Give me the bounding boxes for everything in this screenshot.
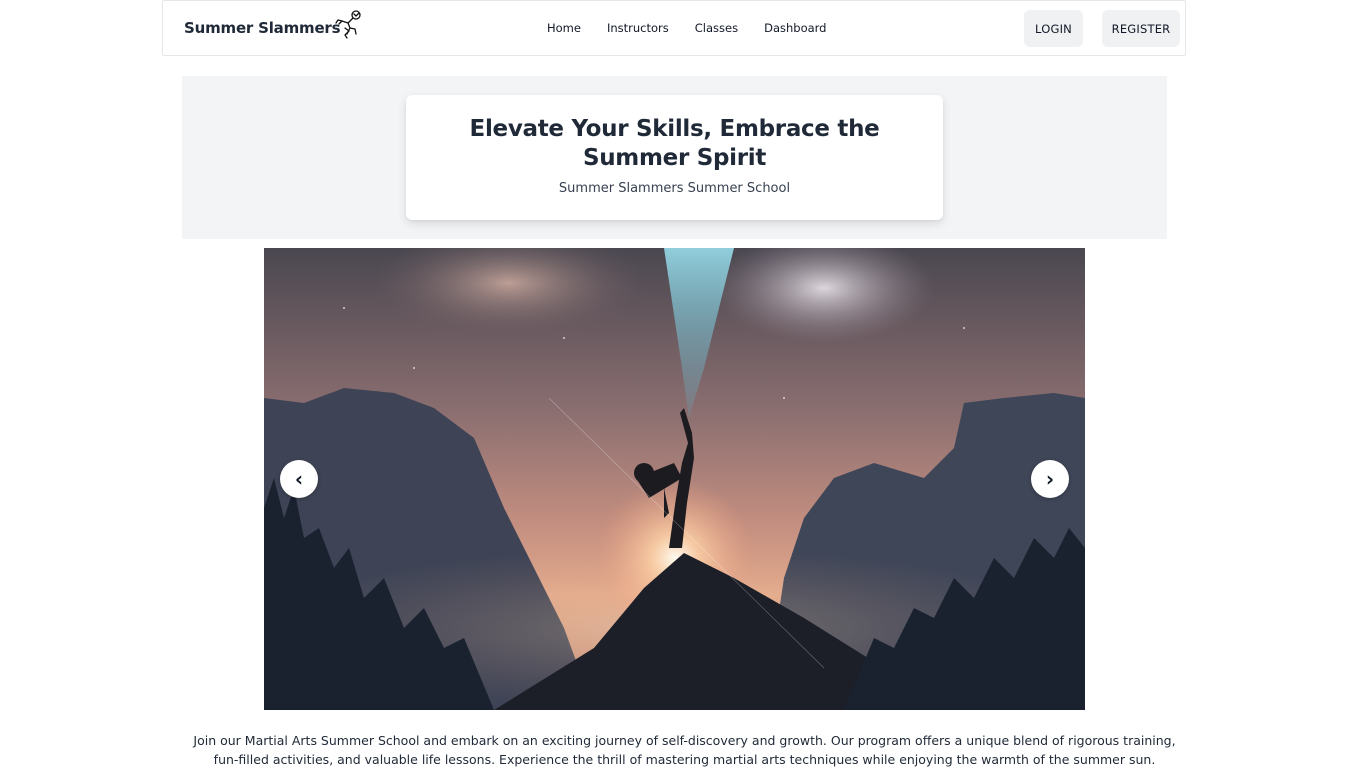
carousel-prev-button[interactable]: ‹ (280, 460, 318, 498)
image-carousel: ‹ › (264, 248, 1085, 710)
navbar: Summer Slammers Home Instructors Classes… (162, 0, 1186, 56)
hero-card: Elevate Your Skills, Embrace the Summer … (406, 95, 943, 220)
nav-home[interactable]: Home (547, 21, 581, 35)
carousel-next-button[interactable]: › (1031, 460, 1069, 498)
nav-instructors[interactable]: Instructors (607, 21, 669, 35)
brand-name[interactable]: Summer Slammers (184, 19, 341, 37)
hero-subtitle: Summer Slammers Summer School (558, 181, 791, 196)
martial-arts-logo-icon (335, 10, 361, 39)
register-button[interactable]: REGISTER (1102, 10, 1180, 47)
carousel-slide-image (264, 248, 1085, 710)
login-button[interactable]: LOGIN (1024, 10, 1083, 47)
main-nav: Home Instructors Classes Dashboard (547, 21, 853, 35)
nav-dashboard[interactable]: Dashboard (764, 21, 826, 35)
hero-title: Elevate Your Skills, Embrace the Summer … (469, 116, 880, 171)
nav-classes[interactable]: Classes (695, 21, 738, 35)
intro-description: Join our Martial Arts Summer School and … (193, 733, 1176, 767)
